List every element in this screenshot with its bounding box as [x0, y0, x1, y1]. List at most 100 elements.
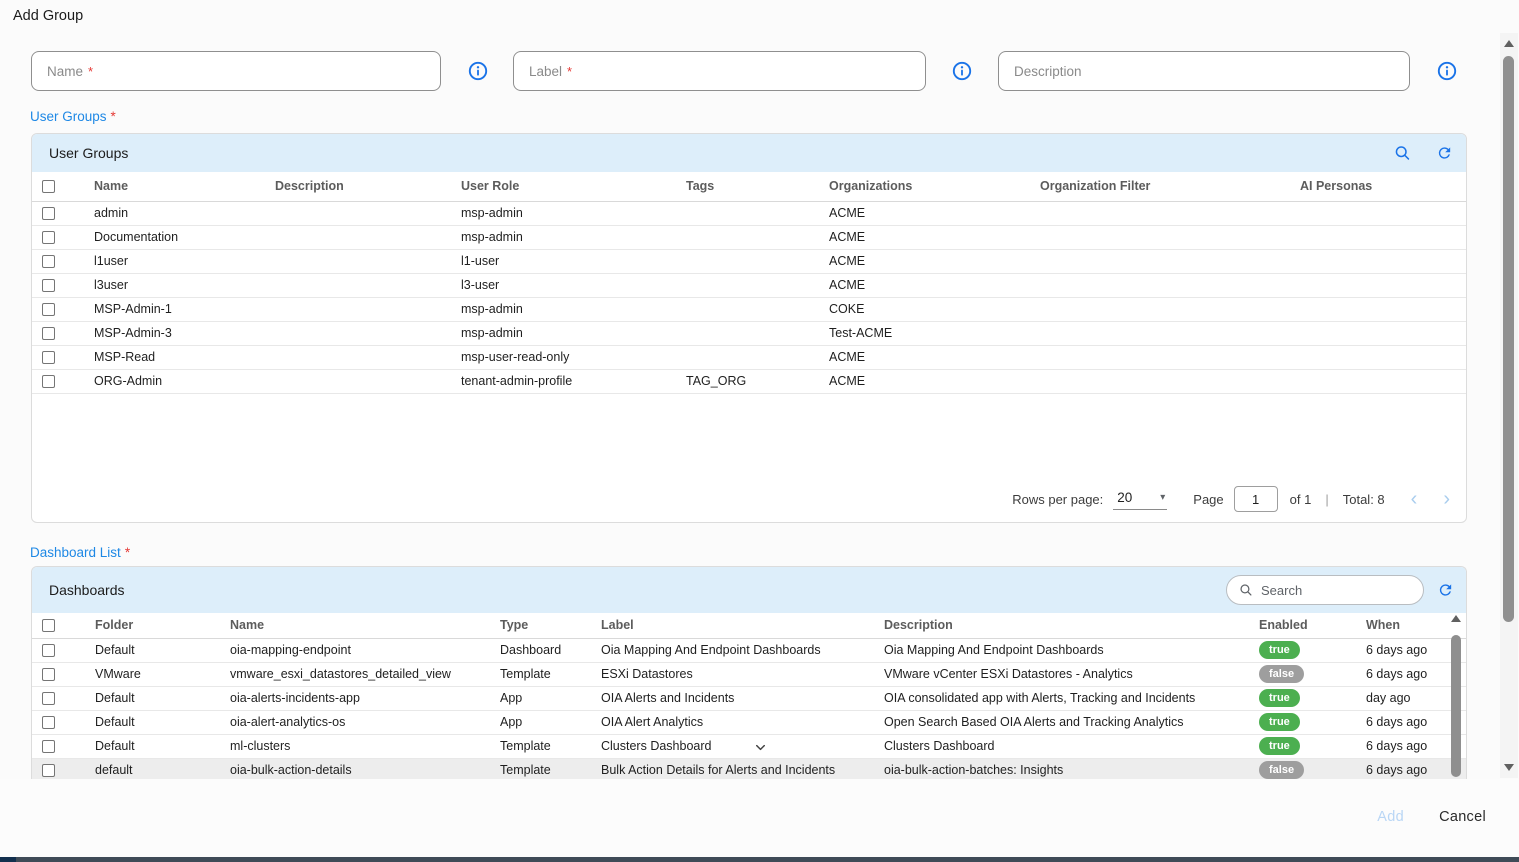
- label-input[interactable]: Label *: [513, 51, 926, 91]
- cell-label: Oia Mapping And Endpoint Dashboards: [593, 638, 876, 662]
- col-header-description: Description: [876, 613, 1251, 638]
- cell-name: vmware_esxi_datastores_detailed_view: [222, 662, 492, 686]
- table-row[interactable]: l1user l1-user ACME: [32, 249, 1466, 273]
- cell-description: [267, 249, 453, 273]
- cell-organization-filter: [1032, 273, 1292, 297]
- cell-name: oia-bulk-action-details: [222, 758, 492, 779]
- row-checkbox[interactable]: [42, 231, 55, 244]
- table-row[interactable]: MSP-Admin-1 msp-admin COKE: [32, 297, 1466, 321]
- search-input[interactable]: [1261, 583, 1401, 598]
- cell-folder: default: [87, 758, 222, 779]
- dashboards-panel-header: Dashboards: [32, 567, 1466, 613]
- table-row[interactable]: MSP-Read msp-user-read-only ACME: [32, 345, 1466, 369]
- user-groups-panel-title: User Groups: [49, 145, 128, 161]
- cell-name: MSP-Admin-1: [86, 297, 267, 321]
- enabled-badge: true: [1259, 737, 1300, 755]
- cell-organization-filter: [1032, 297, 1292, 321]
- table-row[interactable]: l3user l3-user ACME: [32, 273, 1466, 297]
- dashboards-search[interactable]: [1226, 575, 1424, 605]
- row-checkbox[interactable]: [42, 668, 55, 681]
- cell-user-role: msp-admin: [453, 297, 678, 321]
- enabled-badge: true: [1259, 689, 1300, 707]
- cell-user-role: msp-admin: [453, 225, 678, 249]
- description-input[interactable]: Description: [998, 51, 1410, 91]
- table-row[interactable]: Default oia-alert-analytics-os App OIA A…: [32, 710, 1466, 734]
- row-checkbox[interactable]: [42, 740, 55, 753]
- col-header-ai-personas: AI Personas: [1292, 172, 1466, 201]
- cell-description: [267, 321, 453, 345]
- cell-description: Oia Mapping And Endpoint Dashboards: [876, 638, 1251, 662]
- scroll-up-icon[interactable]: [1504, 40, 1514, 47]
- cell-tags: [678, 201, 821, 225]
- col-header-description: Description: [267, 172, 453, 201]
- cell-organizations: Test-ACME: [821, 321, 1032, 345]
- scrollbar-thumb[interactable]: [1451, 635, 1461, 777]
- table-row[interactable]: Default oia-mapping-endpoint Dashboard O…: [32, 638, 1466, 662]
- table-row[interactable]: Documentation msp-admin ACME: [32, 225, 1466, 249]
- row-checkbox[interactable]: [42, 279, 55, 292]
- cell-ai-personas: [1292, 369, 1466, 393]
- table-row[interactable]: Default oia-alerts-incidents-app App OIA…: [32, 686, 1466, 710]
- table-row[interactable]: ORG-Admin tenant-admin-profile TAG_ORG A…: [32, 369, 1466, 393]
- page-label: Page: [1193, 492, 1223, 507]
- select-all-checkbox[interactable]: [42, 180, 55, 193]
- cell-description: [267, 345, 453, 369]
- dashboards-panel: Dashboards Folder Name Type Label Descri…: [31, 566, 1467, 779]
- cell-folder: Default: [87, 686, 222, 710]
- next-page-icon[interactable]: ›: [1443, 492, 1450, 506]
- row-checkbox[interactable]: [42, 375, 55, 388]
- info-icon[interactable]: [1437, 61, 1457, 81]
- scroll-up-icon[interactable]: [1451, 615, 1461, 622]
- col-header-enabled: Enabled: [1251, 613, 1358, 638]
- cell-when: 6 days ago: [1358, 638, 1466, 662]
- row-checkbox[interactable]: [42, 303, 55, 316]
- page-scrollbar[interactable]: [1500, 33, 1518, 778]
- cell-name: oia-alert-analytics-os: [222, 710, 492, 734]
- scrollbar-thumb[interactable]: [1503, 56, 1514, 622]
- row-checkbox[interactable]: [42, 207, 55, 220]
- row-checkbox[interactable]: [42, 764, 55, 777]
- cell-name: oia-mapping-endpoint: [222, 638, 492, 662]
- cell-ai-personas: [1292, 345, 1466, 369]
- table-row[interactable]: MSP-Admin-3 msp-admin Test-ACME: [32, 321, 1466, 345]
- cell-user-role: l3-user: [453, 273, 678, 297]
- search-icon[interactable]: [1394, 145, 1411, 162]
- row-checkbox[interactable]: [42, 327, 55, 340]
- scroll-down-icon[interactable]: [1504, 764, 1514, 771]
- page-number-input[interactable]: [1234, 486, 1278, 512]
- cell-organization-filter: [1032, 369, 1292, 393]
- cell-tags: [678, 273, 821, 297]
- rows-per-page-select[interactable]: 20 ▾: [1113, 488, 1167, 510]
- table-row[interactable]: admin msp-admin ACME: [32, 201, 1466, 225]
- cell-description: OIA consolidated app with Alerts, Tracki…: [876, 686, 1251, 710]
- refresh-icon[interactable]: [1437, 582, 1454, 599]
- dashboards-table-scrollbar[interactable]: [1451, 615, 1462, 775]
- cell-ai-personas: [1292, 201, 1466, 225]
- row-checkbox[interactable]: [42, 692, 55, 705]
- refresh-icon[interactable]: [1436, 145, 1453, 162]
- name-input[interactable]: Name *: [31, 51, 441, 91]
- row-checkbox[interactable]: [42, 716, 55, 729]
- description-placeholder: Description: [1014, 64, 1082, 79]
- add-button[interactable]: Add: [1377, 809, 1404, 825]
- table-row[interactable]: Default ml-clusters Template Clusters Da…: [32, 734, 1466, 758]
- info-icon[interactable]: [952, 61, 972, 81]
- select-all-checkbox[interactable]: [42, 619, 55, 632]
- cell-folder: Default: [87, 638, 222, 662]
- row-checkbox[interactable]: [42, 351, 55, 364]
- table-row[interactable]: default oia-bulk-action-details Template…: [32, 758, 1466, 779]
- table-row[interactable]: VMware vmware_esxi_datastores_detailed_v…: [32, 662, 1466, 686]
- dashboards-table: Folder Name Type Label Description Enabl…: [32, 613, 1466, 779]
- row-checkbox[interactable]: [42, 255, 55, 268]
- cell-name: Documentation: [86, 225, 267, 249]
- user-groups-table: Name Description User Role Tags Organiza…: [32, 172, 1466, 394]
- prev-page-icon[interactable]: ‹: [1411, 492, 1418, 506]
- info-icon[interactable]: [468, 61, 488, 81]
- cell-type: Dashboard: [492, 638, 593, 662]
- cell-description: [267, 201, 453, 225]
- chevron-down-icon[interactable]: [753, 740, 768, 755]
- row-checkbox[interactable]: [42, 644, 55, 657]
- search-icon: [1239, 583, 1253, 597]
- cell-organization-filter: [1032, 225, 1292, 249]
- cancel-button[interactable]: Cancel: [1439, 809, 1486, 825]
